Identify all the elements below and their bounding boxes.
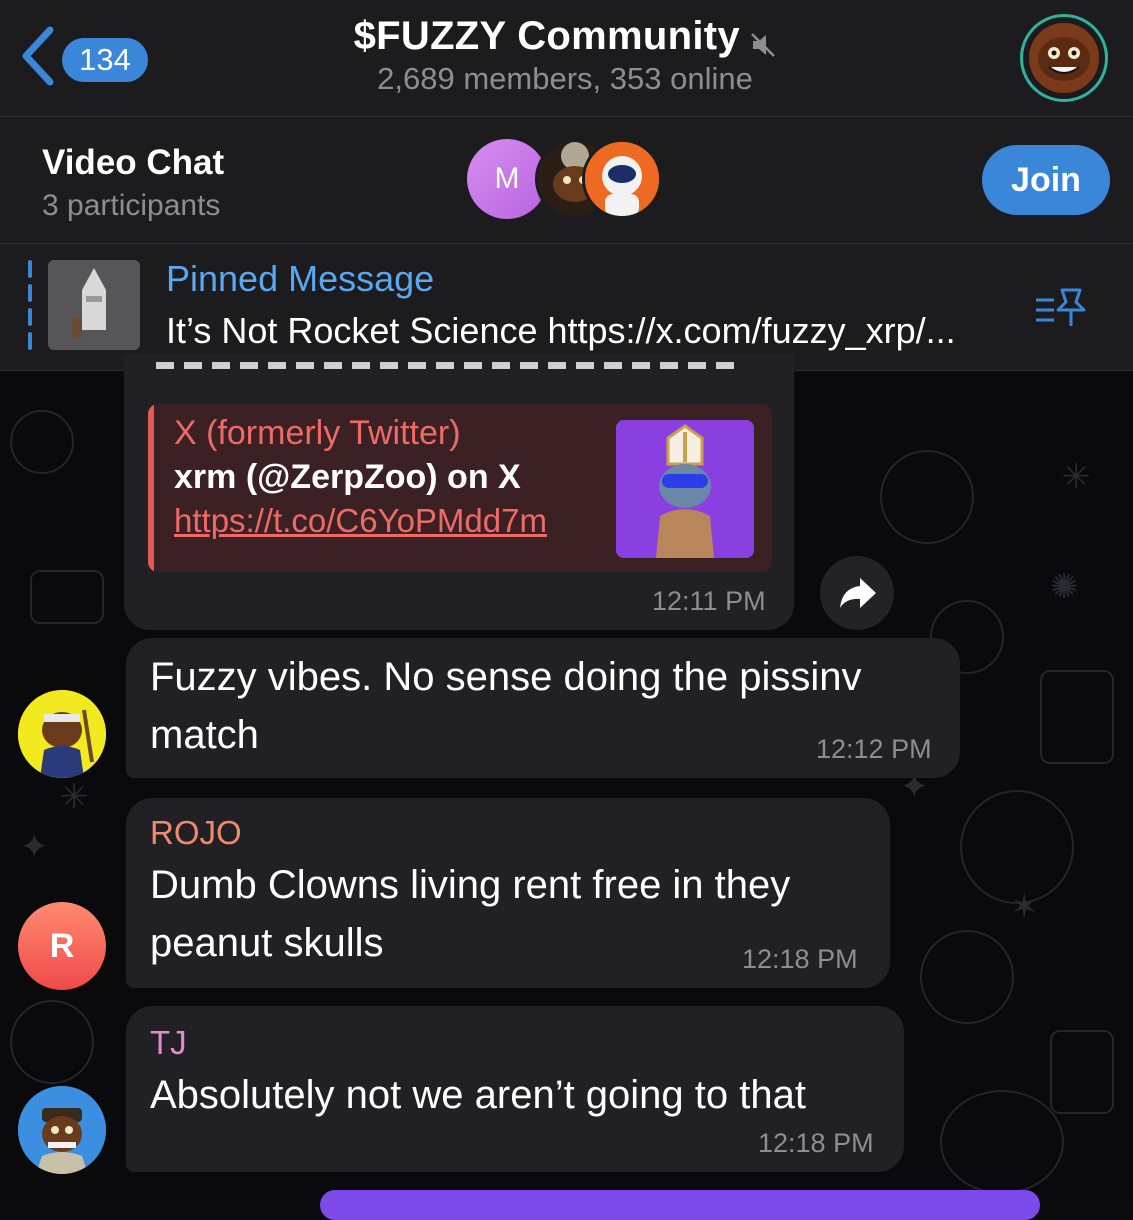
chat-title-block[interactable]: $FUZZY Community 2,689 members, 353 onli… <box>250 14 880 97</box>
group-avatar[interactable] <box>1020 14 1108 102</box>
message-time: 12:12 PM <box>816 734 932 764</box>
join-video-chat-button[interactable]: Join <box>982 145 1110 215</box>
chat-title: $FUZZY Community <box>353 14 740 58</box>
pinned-label: Pinned Message <box>166 258 435 299</box>
message-time: 12:18 PM <box>758 1128 874 1158</box>
unread-count-badge[interactable]: 134 <box>62 38 148 82</box>
video-chat-title: Video Chat <box>42 143 225 182</box>
bottom-bubble-edge <box>320 1190 1040 1220</box>
forward-button[interactable] <box>820 556 894 630</box>
message-bubble[interactable]: Fuzzy vibes. No sense doing the pissinv … <box>126 638 960 778</box>
pinned-thumbnail <box>48 260 140 350</box>
wallpaper-doodle <box>10 1000 94 1084</box>
message-text-line: Absolutely not we aren’t going to that <box>150 1073 806 1117</box>
wallpaper-doodle <box>10 410 74 474</box>
wallpaper-doodle <box>1050 1030 1114 1114</box>
message-bubble[interactable]: ROJO Dumb Clowns living rent free in the… <box>126 798 890 988</box>
wallpaper-doodle <box>940 1090 1064 1194</box>
message-time: 12:18 PM <box>742 944 858 974</box>
wallpaper-doodle <box>1040 670 1114 764</box>
wallpaper-doodle <box>920 930 1014 1024</box>
message-text-line: Dumb Clowns living rent free in they <box>150 863 791 907</box>
pinned-message-bar[interactable]: Pinned Message It’s Not Rocket Science h… <box>0 244 1133 371</box>
muted-speaker-icon <box>751 32 776 57</box>
message-bubble[interactable]: TJ Absolutely not we aren’t going to tha… <box>126 1006 904 1172</box>
pin-list-icon[interactable] <box>1034 286 1090 330</box>
back-chevron-icon[interactable] <box>18 24 58 88</box>
video-chat-participants: 3 participants <box>42 189 221 222</box>
pinned-text: It’s Not Rocket Science https://x.com/fu… <box>166 310 956 351</box>
sender-name[interactable]: TJ <box>150 1024 187 1062</box>
chat-header: 134 $FUZZY Community 2,689 members, 353 … <box>0 0 1133 117</box>
message-time: 12:11 PM <box>652 586 766 616</box>
user-avatar-tj[interactable] <box>18 1086 106 1174</box>
forward-arrow-icon <box>840 578 876 608</box>
wallpaper-star: ✦ <box>20 828 49 866</box>
wallpaper-doodle <box>30 570 104 624</box>
pinned-indicator <box>28 260 32 352</box>
clipped-previous-line <box>146 362 746 382</box>
wallpaper-doodle <box>880 450 974 544</box>
preview-title: xrm (@ZerpZoo) on X <box>174 458 521 496</box>
sender-name[interactable]: ROJO <box>150 814 242 852</box>
wallpaper-star: ✺ <box>1050 568 1079 606</box>
message-text-line: peanut skulls <box>150 921 384 965</box>
wallpaper-star: ✶ <box>1010 888 1039 926</box>
preview-image <box>616 420 754 558</box>
user-avatar-rojo[interactable]: R <box>18 902 106 990</box>
preview-source: X (formerly Twitter) <box>174 414 461 452</box>
participant-avatar <box>582 139 662 219</box>
preview-accent-bar <box>148 404 154 572</box>
message-text-line: match <box>150 713 259 757</box>
message-text-line: Fuzzy vibes. No sense doing the pissinv <box>150 655 862 699</box>
wallpaper-star: ✳ <box>60 778 89 816</box>
group-avatar-image <box>1029 23 1099 93</box>
wallpaper-doodle <box>960 790 1074 904</box>
link-preview-card[interactable]: X (formerly Twitter) xrm (@ZerpZoo) on X… <box>148 404 772 572</box>
wallpaper-star: ✳ <box>1062 458 1091 496</box>
chat-members-status: 2,689 members, 353 online <box>377 61 753 96</box>
preview-link[interactable]: https://t.co/C6YoPMdd7m <box>174 502 547 540</box>
user-avatar[interactable] <box>18 690 106 778</box>
video-chat-bar[interactable]: Video Chat 3 participants M Join <box>0 117 1133 244</box>
